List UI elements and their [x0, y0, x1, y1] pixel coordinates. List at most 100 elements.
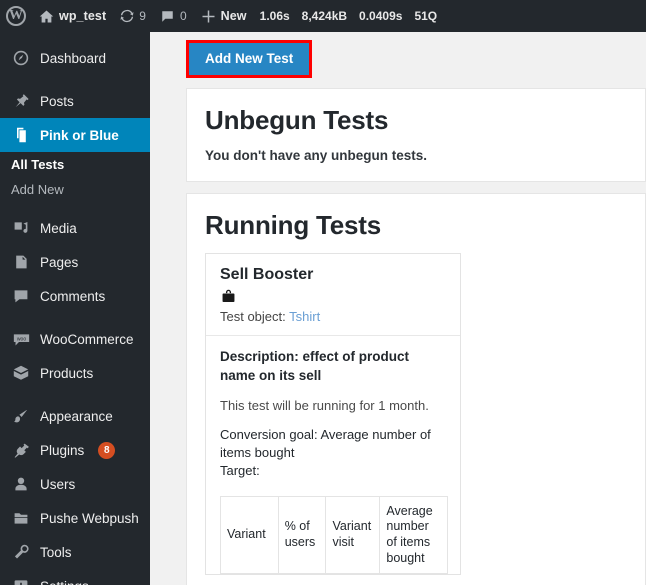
- site-name-button[interactable]: wp_test: [32, 0, 113, 32]
- sidebar-item-label: Posts: [40, 93, 74, 109]
- wordpress-icon: W: [6, 6, 26, 26]
- comment-icon: [160, 9, 175, 24]
- metric-load-time: 1.06s: [259, 9, 290, 23]
- pin-icon: [11, 93, 31, 109]
- running-tests-title: Running Tests: [205, 210, 382, 240]
- sidebar-item-label: Pushe Webpush: [40, 510, 139, 526]
- sidebar-item-label: Products: [40, 365, 94, 381]
- menu-spacer: [0, 313, 150, 322]
- unbegun-tests-title: Unbegun Tests: [205, 105, 389, 135]
- table-row: Variant % of users Variant visit Average…: [220, 495, 448, 575]
- site-name-label: wp_test: [59, 9, 107, 23]
- sidebar-item-plugins[interactable]: Plugins 8: [0, 433, 150, 467]
- main-content: Add New Test Unbegun Tests You don't hav…: [150, 32, 646, 585]
- sidebar-subitem-add-new[interactable]: Add New: [0, 177, 150, 202]
- wordpress-logo-button[interactable]: W: [0, 0, 32, 32]
- sidebar-item-pushe-webpush[interactable]: Pushe Webpush: [0, 501, 150, 535]
- sidebar-item-label: WooCommerce: [40, 331, 134, 347]
- metric-query-time: 0.0409s: [359, 9, 403, 23]
- sidebar-item-label: Dashboard: [40, 50, 107, 66]
- test-card-body: Description: effect of product name on i…: [206, 336, 460, 488]
- updates-button[interactable]: 9: [113, 0, 153, 32]
- admin-bar: W wp_test 9 0 New 1.06s 8,424kB 0.0409s …: [0, 0, 646, 32]
- sidebar-item-label: Comments: [40, 288, 106, 304]
- running-tests-panel: Running Tests Sell Booster Test object: …: [186, 193, 646, 585]
- svg-text:woo: woo: [16, 336, 26, 342]
- folder-icon: [11, 510, 31, 526]
- sidebar-item-media[interactable]: Media: [0, 211, 150, 245]
- test-object-link[interactable]: Tshirt: [289, 309, 320, 324]
- variants-table-wrapper: Variant % of users Variant visit Average…: [206, 495, 460, 575]
- media-icon: [11, 220, 31, 236]
- plus-icon: [201, 9, 216, 24]
- sidebar-item-products[interactable]: Products: [0, 356, 150, 390]
- comment-icon: [11, 288, 31, 304]
- column-header-percent-users: % of users: [277, 495, 327, 575]
- updates-icon: [120, 9, 134, 23]
- settings-icon: [11, 578, 31, 585]
- metric-memory: 8,424kB: [301, 9, 348, 23]
- variants-table-head: Variant % of users Variant visit Average…: [220, 495, 448, 575]
- sidebar-item-label: Settings: [40, 579, 89, 585]
- new-content-label: New: [220, 9, 247, 23]
- test-description: Description: effect of product name on i…: [220, 349, 410, 383]
- menu-spacer: [0, 32, 150, 41]
- sidebar-item-dashboard[interactable]: Dashboard: [0, 41, 150, 75]
- sidebar-item-comments[interactable]: Comments: [0, 279, 150, 313]
- sidebar-item-tools[interactable]: Tools: [0, 535, 150, 569]
- sidebar-item-appearance[interactable]: Appearance: [0, 399, 150, 433]
- user-icon: [11, 476, 31, 492]
- comments-count: 0: [179, 9, 187, 23]
- woocommerce-icon: woo: [11, 331, 31, 348]
- sidebar-item-settings[interactable]: Settings: [0, 569, 150, 585]
- products-icon: [11, 365, 31, 381]
- test-name: Sell Booster: [220, 266, 314, 283]
- sidebar-item-label: Tools: [40, 544, 72, 560]
- sidebar-item-label: Media: [40, 220, 77, 236]
- unbegun-tests-panel: Unbegun Tests You don't have any unbegun…: [186, 88, 646, 182]
- sidebar-subitem-all-tests[interactable]: All Tests: [0, 152, 150, 177]
- test-object-row: Test object: Tshirt: [220, 309, 446, 324]
- home-icon: [39, 9, 54, 24]
- sidebar-item-pages[interactable]: Pages: [0, 245, 150, 279]
- menu-spacer: [0, 202, 150, 211]
- sidebar-item-woocommerce[interactable]: woo WooCommerce: [0, 322, 150, 356]
- test-duration: This test will be running for 1 month.: [220, 398, 429, 414]
- sidebar-item-label: Plugins: [40, 442, 85, 458]
- menu-spacer: [0, 75, 150, 84]
- updates-count: 9: [139, 9, 146, 23]
- sidebar-item-label: Pink or Blue: [40, 127, 119, 143]
- unbegun-tests-empty-message: You don't have any unbegun tests.: [205, 148, 427, 163]
- test-card-header: Sell Booster Test object: Tshirt: [206, 254, 460, 336]
- column-header-variant-visit: Variant visit: [325, 495, 381, 575]
- brush-icon: [11, 408, 31, 424]
- test-target-label: Target:: [220, 462, 260, 478]
- test-object-label: Test object:: [220, 309, 286, 324]
- sidebar-item-label: Appearance: [40, 408, 113, 424]
- copy-icon: [11, 127, 31, 143]
- page-toolbar: Add New Test: [150, 32, 646, 88]
- sidebar-item-label: Pages: [40, 254, 79, 270]
- sidebar-item-posts[interactable]: Posts: [0, 84, 150, 118]
- admin-sidebar: Dashboard Posts Pink or Blue All Tests A…: [0, 32, 150, 585]
- plug-icon: [11, 442, 31, 458]
- add-new-test-highlight: Add New Test: [186, 40, 313, 78]
- shopping-bag-icon: [220, 288, 446, 305]
- new-content-button[interactable]: New: [194, 0, 254, 32]
- test-card[interactable]: Sell Booster Test object: Tshirt Descrip…: [205, 253, 461, 576]
- add-new-test-button[interactable]: Add New Test: [189, 43, 310, 75]
- sidebar-item-label: Users: [40, 476, 76, 492]
- variants-table: Variant % of users Variant visit Average…: [220, 495, 448, 575]
- pages-icon: [11, 254, 31, 270]
- plugins-update-badge: 8: [98, 441, 116, 459]
- column-header-variant: Variant: [220, 495, 279, 575]
- menu-spacer: [0, 390, 150, 399]
- wrench-icon: [11, 544, 31, 560]
- test-conversion-goal: Conversion goal: Average number of items…: [220, 427, 431, 461]
- submenu-pink-or-blue: All Tests Add New: [0, 152, 150, 202]
- sidebar-item-pink-or-blue[interactable]: Pink or Blue: [0, 118, 150, 152]
- dashboard-icon: [11, 50, 31, 66]
- comments-button[interactable]: 0: [153, 0, 194, 32]
- sidebar-item-users[interactable]: Users: [0, 467, 150, 501]
- metric-query-count: 51Q: [414, 9, 438, 23]
